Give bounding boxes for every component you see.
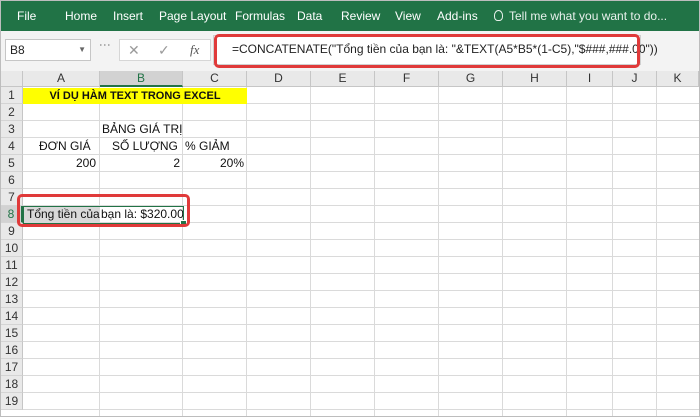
name-box[interactable]: B8 ▼ [5,39,91,61]
result-highlight-annotation [17,194,190,227]
enter-check-icon[interactable]: ✓ [158,41,170,59]
row-header-11[interactable]: 11 [1,257,23,274]
insert-function-icon[interactable]: fx [190,41,199,59]
row-header-6[interactable]: 6 [1,172,23,189]
column-header-f[interactable]: F [375,71,439,87]
column-header-e[interactable]: E [311,71,375,87]
column-header-b[interactable]: B [100,71,183,87]
column-header-a[interactable]: A [23,71,100,87]
column-header-k[interactable]: K [657,71,699,87]
tab-review[interactable]: Review [341,1,380,31]
gridline [23,290,699,291]
tab-page-layout[interactable]: Page Layout [159,1,226,31]
cell-a1-title[interactable]: VÍ DỤ HÀM TEXT TRONG EXCEL [23,88,247,104]
row-header-4[interactable]: 4 [1,138,23,155]
cell-b4[interactable]: SỐ LƯỢNG [112,138,178,155]
row-header-16[interactable]: 16 [1,342,23,359]
tell-me-label: Tell me what you want to do... [509,9,668,23]
cancel-icon[interactable]: ✕ [128,41,140,59]
name-box-value: B8 [10,43,25,57]
gridline [23,375,699,376]
tab-insert[interactable]: Insert [113,1,143,31]
tab-file[interactable]: File [17,1,36,31]
excel-window: File Home Insert Page Layout Formulas Da… [0,0,700,417]
row-header-5[interactable]: 5 [1,155,23,172]
row-header-1[interactable]: 1 [1,87,23,104]
tab-view[interactable]: View [395,1,421,31]
cell-c5[interactable]: 20% [183,155,244,172]
gridline [23,239,699,240]
gridline [23,273,699,274]
tab-add-ins[interactable]: Add-ins [437,1,478,31]
row-header-17[interactable]: 17 [1,359,23,376]
cell-a4[interactable]: ĐƠN GIÁ [39,138,91,155]
column-header-j[interactable]: J [613,71,657,87]
row-header-13[interactable]: 13 [1,291,23,308]
row-header-3[interactable]: 3 [1,121,23,138]
cell-b5[interactable]: 2 [100,155,180,172]
gridline [23,392,699,393]
row-header-15[interactable]: 15 [1,325,23,342]
column-header-i[interactable]: I [567,71,613,87]
gridline [23,256,699,257]
row-header-14[interactable]: 14 [1,308,23,325]
tab-data[interactable]: Data [297,1,322,31]
formula-bar-buttons: ✕ ✓ fx [119,39,211,61]
cell-c4[interactable]: % GIẢM [185,138,230,155]
row-header-18[interactable]: 18 [1,376,23,393]
row-header-2[interactable]: 2 [1,104,23,121]
column-header-g[interactable]: G [439,71,503,87]
resize-handle-icon[interactable]: ⋮ [98,39,115,61]
column-header-d[interactable]: D [247,71,311,87]
column-header-c[interactable]: C [183,71,247,87]
lightbulb-icon [494,10,503,21]
chevron-down-icon[interactable]: ▼ [78,40,86,60]
row-header-19[interactable]: 19 [1,393,23,410]
select-all-corner[interactable] [1,71,23,87]
gridline [23,409,699,410]
tab-formulas[interactable]: Formulas [235,1,285,31]
formula-highlight-annotation [214,34,640,68]
tell-me-search[interactable]: Tell me what you want to do... [494,1,667,31]
row-header-12[interactable]: 12 [1,274,23,291]
gridline [23,307,699,308]
gridline [23,341,699,342]
gridline [23,188,699,189]
cell-b3[interactable]: BẢNG GIÁ TRỊ [102,121,182,138]
tab-home[interactable]: Home [65,1,97,31]
gridline [23,358,699,359]
ribbon-tabs-bar: File Home Insert Page Layout Formulas Da… [1,1,699,31]
row-header-10[interactable]: 10 [1,240,23,257]
cell-a5[interactable]: 200 [23,155,96,172]
worksheet-grid: A B C D E F G H I J K VÍ DỤ HÀM TEXT TRO… [1,71,699,416]
gridline [23,324,699,325]
column-header-h[interactable]: H [503,71,567,87]
